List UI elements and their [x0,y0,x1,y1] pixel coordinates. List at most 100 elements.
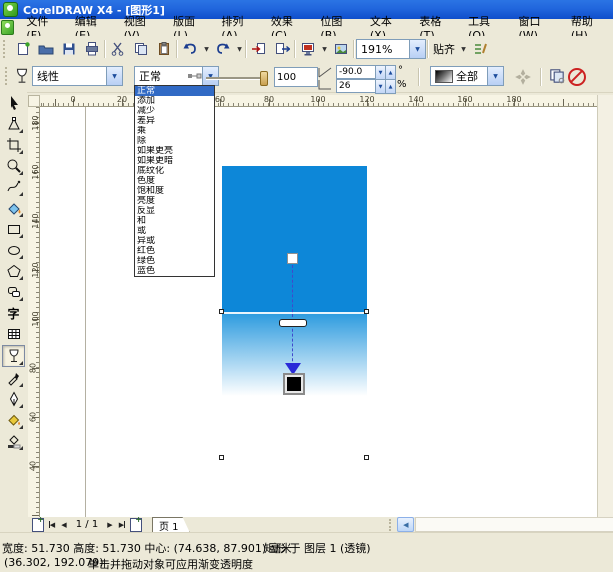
paste-button[interactable] [153,39,175,60]
transparency-tool[interactable] [2,345,25,367]
rectangle-tool[interactable] [3,219,24,239]
operation-dropdown-item[interactable]: 或 [135,226,214,236]
import-button[interactable] [248,39,270,60]
smart-fill-tool-icon [6,200,22,216]
add-page-after-icon[interactable] [130,518,142,532]
application-launcher-button[interactable] [297,39,319,60]
application-launcher-arrow[interactable]: ▼ [320,39,329,60]
fill-tool[interactable] [3,410,24,430]
page-tab[interactable]: 页 1 [152,517,190,532]
vertical-scrollbar[interactable] [597,95,613,532]
angle-spin-up[interactable]: ▲ [385,65,396,80]
operation-dropdown-item[interactable]: 如果更暗 [135,156,214,166]
operation-dropdown-item[interactable]: 除 [135,136,214,146]
operation-dropdown-item[interactable]: 绿色 [135,256,214,266]
transparency-operation-combo[interactable]: 正常 ▼ [134,66,219,86]
operation-dropdown-item[interactable]: 正常 [135,86,214,96]
operation-dropdown-item[interactable]: 和 [135,216,214,226]
zoom-tool[interactable] [3,156,24,176]
basic-shapes-tool[interactable] [3,282,24,302]
chevron-down-icon[interactable]: ▼ [487,67,503,85]
edge-pad-spin-up[interactable]: ▲ [385,79,396,94]
crop-tool[interactable] [3,135,24,155]
no-transparency-button[interactable] [568,68,586,86]
export-button[interactable] [271,39,293,60]
ruler-origin[interactable] [28,95,40,107]
zoom-level-combo[interactable]: 191% ▼ [356,39,426,59]
transparency-start-handle[interactable] [287,253,298,264]
polygon-tool[interactable] [3,261,24,281]
status-bar: 宽度: 51.730 高度: 51.730 中心: (74.638, 87.90… [0,532,613,572]
undo-dropdown-arrow[interactable]: ▼ [202,39,211,60]
eyedropper-tool[interactable] [3,368,24,388]
selection-handle-bottom-right[interactable] [364,455,369,460]
operation-dropdown-item[interactable]: 异或 [135,236,214,246]
new-button[interactable] [12,39,34,60]
outline-tool[interactable] [3,389,24,409]
freeze-transparency-icon[interactable] [514,68,532,86]
operation-dropdown-item[interactable]: 饱和度 [135,186,214,196]
interactive-fill-tool[interactable] [3,431,24,451]
add-page-before-icon[interactable] [32,518,44,532]
selection-handle-mid-right[interactable] [364,309,369,314]
ellipse-tool[interactable] [3,240,24,260]
freehand-tool[interactable] [3,177,24,197]
operation-dropdown-item[interactable]: 红色 [135,246,214,256]
operation-dropdown-item[interactable]: 减少 [135,106,214,116]
chevron-down-icon[interactable]: ▼ [202,67,218,85]
chevron-down-icon[interactable]: ▼ [409,40,425,58]
transparency-midpoint-slider[interactable] [279,319,307,327]
previous-page-button[interactable]: ◀ [58,518,70,531]
operation-dropdown-item[interactable]: 蓝色 [135,266,214,276]
opacity-slider-track[interactable] [206,77,264,80]
copy-button[interactable] [130,39,152,60]
selection-handle-mid-left[interactable] [219,309,224,314]
pick-tool[interactable] [3,93,24,113]
scroll-left-button[interactable]: ◀ [397,517,414,532]
document-icon[interactable] [1,20,14,35]
drawing-canvas[interactable] [40,107,597,517]
opacity-value-field[interactable]: 100 [274,67,318,87]
table-tool[interactable] [3,324,24,344]
first-page-button[interactable]: ◀ [46,518,58,531]
property-bar-grip[interactable] [5,67,10,85]
operation-dropdown-item[interactable]: 反显 [135,206,214,216]
print-button[interactable] [81,39,103,60]
tool-hint-text: 单击并拖动对象可应用渐变透明度 [88,556,253,572]
operation-dropdown-item[interactable]: 亮度 [135,196,214,206]
transparency-target-combo[interactable]: 全部 ▼ [430,66,504,86]
selection-handle-bottom-left[interactable] [219,455,224,460]
operation-dropdown-item[interactable]: 如果更亮 [135,146,214,156]
rectangle-object[interactable] [222,166,367,312]
text-tool[interactable]: 字 [3,303,24,323]
snap-to-button[interactable]: 贴齐 [430,41,458,57]
chevron-down-icon[interactable]: ▼ [106,67,122,85]
welcome-screen-button[interactable] [330,39,352,60]
operation-dropdown-item[interactable]: 差异 [135,116,214,126]
last-page-button[interactable]: ▶ [116,518,128,531]
options-button[interactable] [469,39,491,60]
transparency-type-combo[interactable]: 线性 ▼ [32,66,123,86]
shape-tool[interactable] [3,114,24,134]
horizontal-scrollbar-track[interactable] [415,517,613,532]
toolbar-grip[interactable] [3,40,8,58]
redo-dropdown-arrow[interactable]: ▼ [235,39,244,60]
operation-dropdown-item[interactable]: 乘 [135,126,214,136]
operation-dropdown-item[interactable]: 色度 [135,176,214,186]
opacity-slider-handle[interactable] [260,71,268,86]
copy-transparency-button[interactable] [548,67,566,85]
redo-button[interactable] [212,39,234,60]
snap-to-dropdown-arrow[interactable]: ▼ [459,39,468,60]
angle-field[interactable]: -90.0 [336,65,377,79]
operation-dropdown-item[interactable]: 添加 [135,96,214,106]
save-button[interactable] [58,39,80,60]
smart-fill-tool[interactable] [3,198,24,218]
next-page-button[interactable]: ▶ [104,518,116,531]
cut-button[interactable] [107,39,129,60]
operation-dropdown-item[interactable]: 底纹化 [135,166,214,176]
open-button[interactable] [35,39,57,60]
transparency-end-handle[interactable] [283,373,305,395]
undo-button[interactable] [179,39,201,60]
edge-pad-field[interactable]: 26 [336,79,377,93]
scrollbar-grip[interactable] [389,519,394,531]
